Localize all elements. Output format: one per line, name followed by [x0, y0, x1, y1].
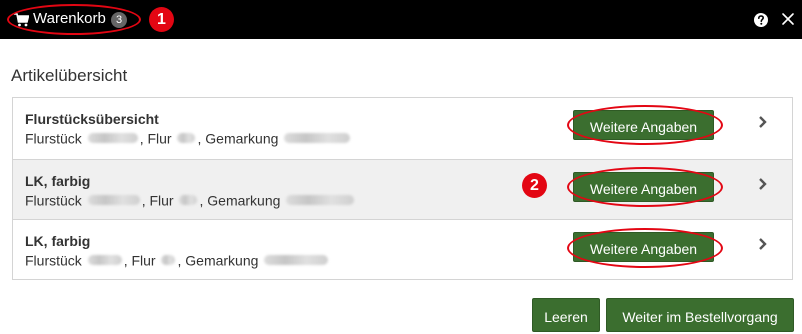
annotation-marker-1: 1 [149, 7, 174, 32]
flur-label: Flur [149, 192, 174, 209]
clear-cart-button[interactable]: Leeren [532, 298, 600, 332]
redacted-value [161, 255, 176, 266]
redacted-value [179, 195, 198, 206]
list-item: Flurstücksübersicht Flurstück , Flur , G… [13, 98, 792, 159]
cart-icon [14, 13, 29, 27]
item-description: Flurstück , Flur , Gemarkung [25, 129, 352, 146]
redacted-value [264, 255, 329, 266]
chevron-right-icon[interactable] [758, 237, 768, 251]
section-title: Artikelübersicht [11, 66, 128, 85]
list-item: LK, farbig Flurstück , Flur , Gemarkung … [13, 159, 792, 220]
flur-label: Flur [131, 252, 156, 269]
item-title: LK, farbig [25, 173, 91, 189]
more-details-button[interactable]: Weitere Angaben [573, 110, 714, 140]
chevron-right-icon[interactable] [758, 177, 768, 191]
cart-count-badge: 3 [111, 12, 127, 28]
window-title: Warenkorb [33, 10, 106, 27]
annotation-marker-2: 2 [522, 173, 547, 198]
gemarkung-label: Gemarkung [205, 130, 279, 147]
redacted-value [87, 195, 140, 206]
list-item: LK, farbig Flurstück , Flur , Gemarkung … [13, 220, 792, 281]
continue-order-button[interactable]: Weiter im Bestellvorgang [606, 298, 794, 332]
redacted-value [284, 133, 351, 144]
more-details-button[interactable]: Weitere Angaben [573, 172, 714, 202]
more-details-button[interactable]: Weitere Angaben [573, 232, 714, 262]
redacted-value [177, 133, 196, 144]
redacted-value [87, 255, 122, 266]
close-icon[interactable] [781, 12, 795, 26]
flur-label: Flur [147, 130, 172, 147]
item-title: LK, farbig [25, 233, 91, 249]
parcel-label: Flurstück [25, 192, 82, 209]
parcel-label: Flurstück [25, 130, 82, 147]
item-description: Flurstück , Flur , Gemarkung [25, 191, 356, 208]
gemarkung-label: Gemarkung [185, 252, 259, 269]
help-icon[interactable] [754, 13, 768, 27]
redacted-value [87, 133, 138, 144]
redacted-value [286, 195, 355, 206]
item-title: Flurstücksübersicht [25, 111, 159, 127]
item-description: Flurstück , Flur , Gemarkung [25, 251, 330, 268]
article-list: Flurstücksübersicht Flurstück , Flur , G… [12, 97, 793, 280]
chevron-right-icon[interactable] [758, 115, 768, 129]
window-titlebar: Warenkorb 3 [0, 0, 802, 39]
gemarkung-label: Gemarkung [207, 192, 281, 209]
parcel-label: Flurstück [25, 252, 82, 269]
